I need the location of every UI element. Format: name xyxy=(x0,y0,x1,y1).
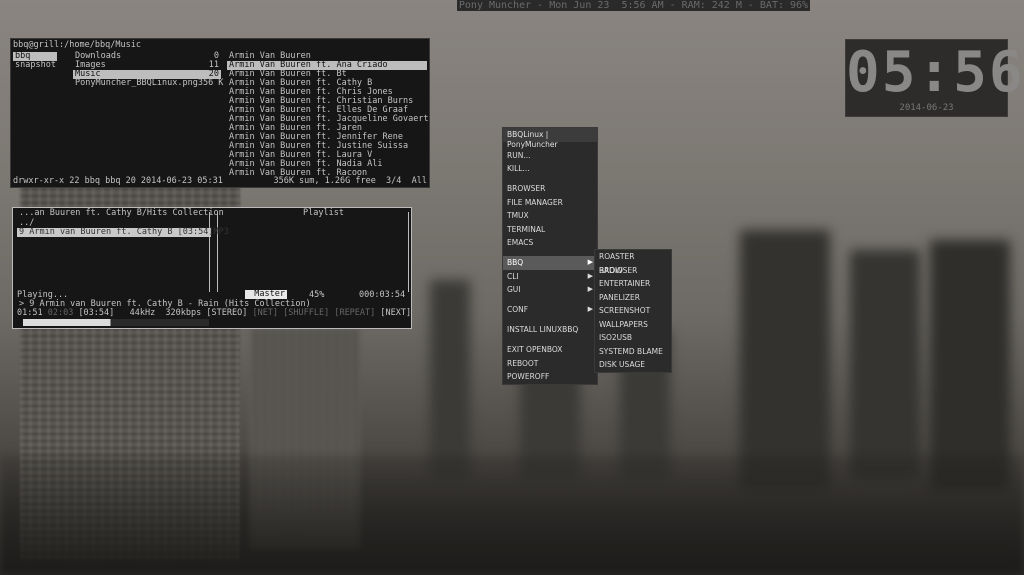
menu-item-label: TERMINAL xyxy=(507,224,546,234)
bbq-submenu[interactable]: ROASTER BROWSER RADIO ENTERTAINER PANELIZER… xyxy=(594,249,672,373)
cmus-total-time: 000:03:54 xyxy=(359,290,406,300)
submenu-item-panelizer[interactable]: PANELIZER xyxy=(595,291,671,305)
menu-item-label: EXIT OPENBOX xyxy=(507,345,563,354)
menu-item-exit-openbox[interactable]: EXIT OPENBOX xyxy=(503,343,597,357)
menu-item-label: REBOOT xyxy=(507,358,539,368)
menu-item-file-manager[interactable]: FILE MANAGER xyxy=(503,196,597,210)
menu-item-conf[interactable]: CONF ▶ xyxy=(503,303,597,317)
submenu-item-roaster-browser[interactable]: ROASTER BROWSER xyxy=(595,250,671,275)
menu-item-label: SCREENSHOT xyxy=(599,306,651,315)
clock-time: 05:56 xyxy=(846,40,1024,105)
pane-border xyxy=(408,212,409,292)
menu-item-bbq[interactable]: BBQ ▶ xyxy=(503,256,597,270)
submenu-item-screenshot[interactable]: SCREENSHOT xyxy=(595,304,671,318)
cmus-volume-percent: 45% xyxy=(309,290,325,300)
menu-item-label: BROWSER xyxy=(507,184,546,193)
menu-item-install-linuxbbq[interactable]: INSTALL LINUXBBQ xyxy=(503,323,597,337)
chevron-right-icon: ▶ xyxy=(587,271,593,280)
chevron-right-icon: ▶ xyxy=(587,258,593,266)
cmus-library-title: ...an Buuren ft. Cathy B/Hits Collection xyxy=(19,208,224,218)
menu-item-emacs[interactable]: EMACS xyxy=(503,236,597,250)
file-name: snapshot xyxy=(15,60,56,70)
ranger-status-right: 356K sum, 1.26G free 3/4 All xyxy=(273,176,427,186)
cmus-position: 01:51 xyxy=(17,308,43,318)
ranger-status-left: drwxr-xr-x 22 bbq bbq 20 2014-06-23 05:3… xyxy=(13,176,223,186)
cmus-selected-track[interactable]: 9 Armin van Buuren ft. Cathy B [03:54]MP… xyxy=(17,228,229,237)
volume-label: Master xyxy=(254,289,285,299)
menu-item-run[interactable]: RUN... xyxy=(503,149,597,163)
pane-divider xyxy=(217,212,218,292)
cmus-volume-bar[interactable]: Master xyxy=(245,290,287,299)
openbox-root-menu[interactable]: BBQLinux | PonyMuncher RUN... KILL... BROW… xyxy=(502,127,598,385)
menu-item-label: TMUX xyxy=(507,211,529,220)
cmus-next-flag: [NEXT] xyxy=(380,308,412,318)
cmus-progress-bar[interactable] xyxy=(23,319,209,326)
ranger-terminal[interactable]: bbq@grill:/home/bbq/Music bbq snapshot Do… xyxy=(10,38,430,188)
chevron-right-icon: ▶ xyxy=(587,305,593,313)
clock-widget: 05:56 2014-06-23 xyxy=(845,39,1024,117)
menu-item-label: GUI xyxy=(507,285,521,294)
pane-divider xyxy=(209,212,210,292)
ranger-current-column[interactable]: Downloads 0 Images 11 Music 20 PonyMuncher_BBQ… xyxy=(73,52,224,88)
menu-item-terminal[interactable]: TERMINAL xyxy=(503,223,597,237)
menu-item-label: BBQ xyxy=(507,258,524,267)
menu-item-cli[interactable]: CLI ▶ xyxy=(503,270,597,284)
menu-item-label: EMACS xyxy=(507,238,534,247)
submenu-item-radio[interactable]: RADIO xyxy=(595,264,671,278)
ranger-preview-column[interactable]: Armin Van Buuren Armin Van Buuren ft. Ana… xyxy=(227,52,429,178)
cmus-playlist-title: Playlist xyxy=(303,208,344,218)
menu-item-label: CLI xyxy=(507,271,519,281)
menu-item-label: PANELIZER xyxy=(599,292,641,302)
submenu-item-systemd-blame[interactable]: SYSTEMD BLAME xyxy=(595,345,671,359)
menu-item-label: SYSTEMD BLAME xyxy=(599,346,663,356)
menu-item-label: ENTERTAINER xyxy=(599,279,651,288)
cmus-info-line: 01:51 02:03 [03:54] 44kHz 320kbps [STERE… xyxy=(17,309,411,318)
ranger-parent-column[interactable]: bbq snapshot xyxy=(13,52,57,70)
menu-item-reboot[interactable]: REBOOT xyxy=(503,357,597,371)
cmus-terminal[interactable]: ...an Buuren ft. Cathy B/Hits Collection… xyxy=(12,207,412,329)
menu-item-label: INSTALL LINUXBBQ xyxy=(507,325,579,334)
menu-item-label: FILE MANAGER xyxy=(507,197,563,207)
submenu-item-entertainer[interactable]: ENTERTAINER xyxy=(595,277,671,291)
cmus-flags: [NET] [SHUFFLE] [REPEAT] xyxy=(252,308,376,318)
menu-item-kill[interactable]: KILL... xyxy=(503,162,597,176)
menu-item-tmux[interactable]: TMUX xyxy=(503,209,597,223)
menu-item-label: RUN... xyxy=(507,150,531,160)
submenu-item-wallpapers[interactable]: WALLPAPERS xyxy=(595,318,671,332)
ranger-status-line: drwxr-xr-x 22 bbq bbq 20 2014-06-23 05:3… xyxy=(13,177,427,186)
status-bar: Pony Muncher - Mon Jun 23 5:56 AM - RAM:… xyxy=(457,0,810,11)
file-entry[interactable]: snapshot xyxy=(13,61,57,70)
chevron-right-icon: ▶ xyxy=(587,285,593,293)
submenu-item-disk-usage[interactable]: DISK USAGE xyxy=(595,358,671,372)
menu-item-label: KILL... xyxy=(507,164,530,173)
menu-item-label: POWEROFF xyxy=(507,372,550,381)
menu-item-label: RADIO xyxy=(599,265,623,275)
menu-item-label: WALLPAPERS xyxy=(599,319,648,329)
file-name: PonyMuncher_BBQLinux.png xyxy=(75,78,198,88)
file-size: 356 K xyxy=(197,78,224,88)
submenu-item-iso2usb[interactable]: ISO2USB xyxy=(595,331,671,345)
menu-item-poweroff[interactable]: POWEROFF xyxy=(503,370,597,384)
menu-title: BBQLinux | PonyMuncher xyxy=(503,128,597,149)
menu-item-browser[interactable]: BROWSER xyxy=(503,182,597,196)
cmus-remaining: 02:03 xyxy=(47,308,74,318)
menu-item-label: CONF xyxy=(507,305,529,314)
menu-item-label: DISK USAGE xyxy=(599,360,645,369)
file-entry[interactable]: PonyMuncher_BBQLinux.png 356 K xyxy=(73,78,224,88)
menu-item-label: ISO2USB xyxy=(599,333,633,342)
menu-item-gui[interactable]: GUI ▶ xyxy=(503,283,597,297)
cmus-track-info: [03:54] 44kHz 320kbps [STEREO] xyxy=(78,308,248,318)
ranger-path: bbq@grill:/home/bbq/Music xyxy=(13,40,141,50)
